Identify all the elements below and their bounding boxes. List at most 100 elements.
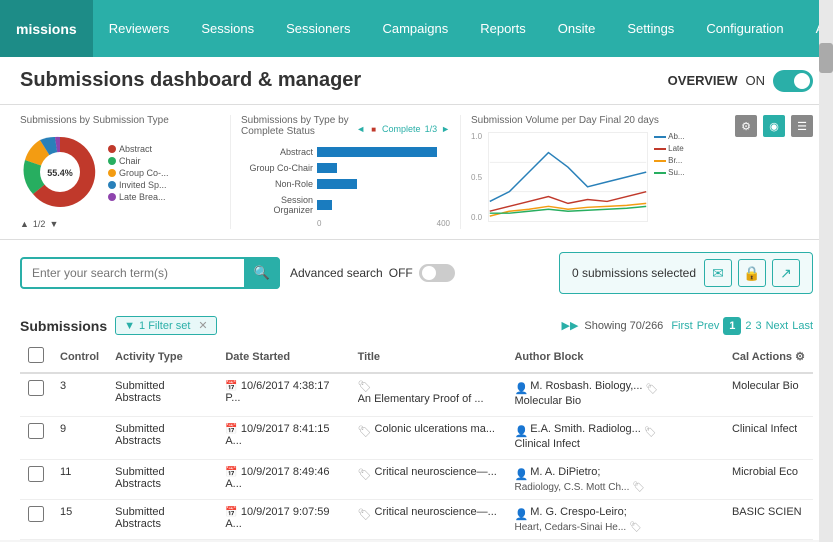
overview-label: OVERVIEW <box>668 73 738 88</box>
author-9: 👤E.A. Smith. Radiolog... 🏷 Clinical Infe… <box>506 417 723 460</box>
nav-reports[interactable]: Reports <box>464 0 542 57</box>
author-11: 👤M. A. DiPietro;Radiology, C.S. Mott Ch.… <box>506 460 723 500</box>
table-body: 3 Submitted Abstracts 📅 10/6/2017 4:38:1… <box>20 373 813 540</box>
pie-view-btn[interactable]: ◉ <box>763 115 785 137</box>
page-title: Submissions dashboard & manager <box>20 69 361 92</box>
nav-campaigns[interactable]: Campaigns <box>366 0 464 57</box>
advanced-search-state: OFF <box>389 266 413 280</box>
author-15: 👤M. G. Crespo-Leiro;Heart, Cedars-Sinai … <box>506 500 723 540</box>
line-chart-content: 1.00.50.0 Ab... Late <box>471 132 813 222</box>
search-input[interactable] <box>20 257 280 289</box>
date-15: 📅 10/9/2017 9:07:59 A... <box>217 500 349 540</box>
selected-count-group: 0 submissions selected ✉ 🔒 ↗ <box>559 252 813 294</box>
action-icons: ✉ 🔒 ↗ <box>704 259 800 287</box>
pie-legend: Abstract Chair Group Co-... Invited Sp..… <box>108 144 169 204</box>
showing-text: Showing 70/266 <box>584 320 663 332</box>
table-toolbar: Submissions ▼ 1 Filter set ✕ ▶▶ Showing … <box>20 306 813 341</box>
svg-text:55.4%: 55.4% <box>47 168 73 178</box>
table-row: 15 Submitted Abstracts 📅 10/9/2017 9:07:… <box>20 500 813 540</box>
legend-group-co: Group Co-... <box>119 168 169 178</box>
bar-chart-rows: Abstract Group Co-Chair Non-Role Session… <box>241 147 450 215</box>
col-settings-icon[interactable]: ⚙ <box>795 351 805 363</box>
control-15: 15 <box>52 500 107 540</box>
col-title: Title <box>350 341 507 373</box>
filter-icon: ▼ <box>124 320 135 332</box>
bar-chart-header: Submissions by Type by Complete Status ◄… <box>241 115 450 143</box>
table-row: 3 Submitted Abstracts 📅 10/6/2017 4:38:1… <box>20 373 813 417</box>
table-header: Control Activity Type Date Started Title… <box>20 341 813 373</box>
activity-11: Submitted Abstracts <box>107 460 217 500</box>
legend-chair: Chair <box>119 156 141 166</box>
submissions-table: Control Activity Type Date Started Title… <box>20 341 813 540</box>
row-checkbox-9[interactable] <box>28 423 44 439</box>
next-page-btn[interactable]: Next <box>766 320 789 332</box>
cal-15: BASIC SCIEN <box>724 500 813 540</box>
col-author: Author Block <box>506 341 723 373</box>
pie-chart-container: 55.4% Abstract Chair Group Co-... Invite… <box>20 132 220 215</box>
nav-onsite[interactable]: Onsite <box>542 0 612 57</box>
col-cal: Cal Actions ⚙ <box>724 341 813 373</box>
row-checkbox-11[interactable] <box>28 466 44 482</box>
pie-nav[interactable]: ▲1/2▼ <box>20 219 220 229</box>
charts-section: ⚙ ◉ ☰ Submissions by Submission Type <box>0 105 833 240</box>
page-header: Submissions dashboard & manager OVERVIEW… <box>0 57 833 105</box>
email-action-btn[interactable]: ✉ <box>704 259 732 287</box>
control-11: 11 <box>52 460 107 500</box>
filter-remove-btn[interactable]: ✕ <box>198 319 207 332</box>
row-checkbox-3[interactable] <box>28 380 44 396</box>
activity-15: Submitted Abstracts <box>107 500 217 540</box>
select-all-checkbox[interactable] <box>28 347 44 363</box>
nav-brand[interactable]: missions <box>0 0 93 57</box>
line-svg <box>488 132 648 222</box>
bar-chart-title: Submissions by Type by Complete Status <box>241 115 356 137</box>
pie-chart-box: Submissions by Submission Type <box>20 115 220 229</box>
table-row: 9 Submitted Abstracts 📅 10/9/2017 8:41:1… <box>20 417 813 460</box>
filter-label: 1 Filter set <box>139 320 190 332</box>
table-section: Submissions ▼ 1 Filter set ✕ ▶▶ Showing … <box>0 306 833 540</box>
row-checkbox-15[interactable] <box>28 506 44 522</box>
prev-page-btn[interactable]: Prev <box>697 320 720 332</box>
advanced-search-label: Advanced search <box>290 266 383 280</box>
first-page-btn[interactable]: First <box>671 320 692 332</box>
showing-info: ▶▶ Showing 70/266 <box>561 319 663 332</box>
title-9: 🏷Colonic ulcerations ma... <box>350 417 507 460</box>
filter-badge: ▼ 1 Filter set ✕ <box>115 316 216 335</box>
scrollbar[interactable] <box>819 0 833 542</box>
gear-settings-btn[interactable]: ⚙ <box>735 115 757 137</box>
nav-sessions[interactable]: Sessions <box>185 0 270 57</box>
table-row: 11 Submitted Abstracts 📅 10/9/2017 8:49:… <box>20 460 813 500</box>
legend-abstract: Abstract <box>119 144 152 154</box>
overview-toggle-switch[interactable] <box>773 70 813 92</box>
page-3-btn[interactable]: 3 <box>755 320 761 332</box>
last-page-btn[interactable]: Last <box>792 320 813 332</box>
date-9: 📅 10/9/2017 8:41:15 A... <box>217 417 349 460</box>
current-page: 1 <box>723 317 741 335</box>
bar-chart-box: Submissions by Type by Complete Status ◄… <box>230 115 450 229</box>
control-3: 3 <box>52 373 107 417</box>
control-9: 9 <box>52 417 107 460</box>
selected-count-text: 0 submissions selected <box>572 266 696 280</box>
export-action-btn[interactable]: ↗ <box>772 259 800 287</box>
nav-configuration[interactable]: Configuration <box>690 0 799 57</box>
search-section: 🔍 Advanced search OFF 0 submissions sele… <box>0 240 833 306</box>
page-2-btn[interactable]: 2 <box>745 320 751 332</box>
advanced-search-group: Advanced search OFF <box>290 264 455 282</box>
date-3: 📅 10/6/2017 4:38:17 P... <box>217 373 349 417</box>
showing-icon: ▶▶ <box>561 319 578 332</box>
col-activity: Activity Type <box>107 341 217 373</box>
charts-row: Submissions by Submission Type <box>20 115 813 229</box>
list-view-btn[interactable]: ☰ <box>791 115 813 137</box>
title-15: 🏷Critical neuroscience—... <box>350 500 507 540</box>
nav-sessioners[interactable]: Sessioners <box>270 0 366 57</box>
author-3: 👤M. Rosbash. Biology,... 🏷 Molecular Bio <box>506 373 723 417</box>
cal-3: Molecular Bio <box>724 373 813 417</box>
lock-action-btn[interactable]: 🔒 <box>738 259 766 287</box>
title-11: 🏷Critical neuroscience—... <box>350 460 507 500</box>
nav-reviewers[interactable]: Reviewers <box>93 0 186 57</box>
search-button[interactable]: 🔍 <box>244 257 280 289</box>
scroll-thumb[interactable] <box>819 43 833 73</box>
nav-settings[interactable]: Settings <box>611 0 690 57</box>
bar-nav[interactable]: ◄ ■ Complete 1/3 ► <box>356 124 450 134</box>
advanced-search-toggle[interactable] <box>419 264 455 282</box>
activity-3: Submitted Abstracts <box>107 373 217 417</box>
